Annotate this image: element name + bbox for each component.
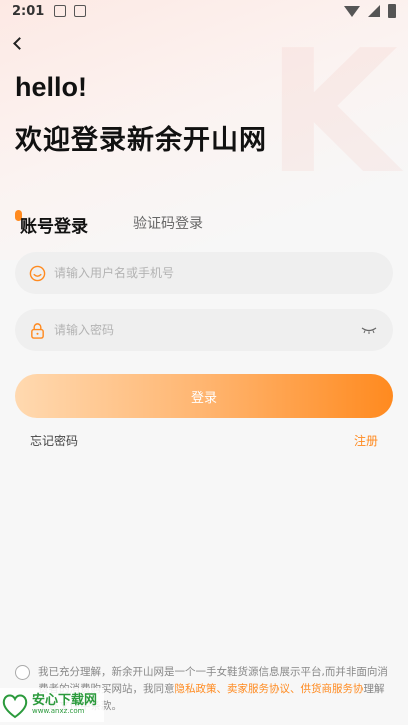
user-smile-icon (29, 265, 46, 281)
supplier-agreement-link[interactable]: 供货商服务协 (301, 683, 364, 695)
heart-logo-icon (2, 694, 28, 719)
username-input[interactable] (54, 266, 377, 280)
username-field (15, 252, 393, 294)
battery-icon (388, 4, 396, 18)
password-field (15, 309, 393, 351)
privacy-policy-link[interactable]: 隐私政策 (175, 683, 217, 695)
notification-icon (54, 5, 67, 17)
notification-icon (74, 5, 87, 17)
background-decoration: K (266, 14, 398, 212)
lock-icon (31, 322, 44, 339)
tab-code-login[interactable]: 验证码登录 (133, 213, 203, 233)
welcome-title: 欢迎登录新余开山网 (15, 125, 267, 156)
password-input[interactable] (54, 323, 361, 337)
tab-account-login[interactable]: 账号登录 (20, 212, 88, 237)
back-arrow-icon (12, 36, 26, 50)
register-link[interactable]: 注册 (354, 432, 378, 449)
watermark-title: 安心下载网 (32, 693, 98, 708)
wifi-icon (344, 5, 360, 17)
eye-closed-icon[interactable] (361, 326, 377, 334)
watermark: 安心下载网 www.anxz.com (0, 688, 104, 722)
login-button[interactable]: 登录 (15, 374, 393, 418)
seller-agreement-link[interactable]: 卖家服务协议 (227, 683, 290, 695)
greeting-title: hello! (15, 72, 87, 102)
back-button[interactable] (8, 32, 30, 54)
forgot-password-link[interactable]: 忘记密码 (30, 432, 78, 449)
watermark-url: www.anxz.com (32, 707, 85, 716)
agreement-separator: 、 (290, 683, 301, 695)
agreement-checkbox[interactable] (15, 665, 30, 680)
status-time: 2:01 (12, 3, 45, 19)
signal-icon (368, 5, 380, 17)
agreement-separator: 、 (216, 683, 228, 695)
status-bar: 2:01 (0, 0, 408, 22)
